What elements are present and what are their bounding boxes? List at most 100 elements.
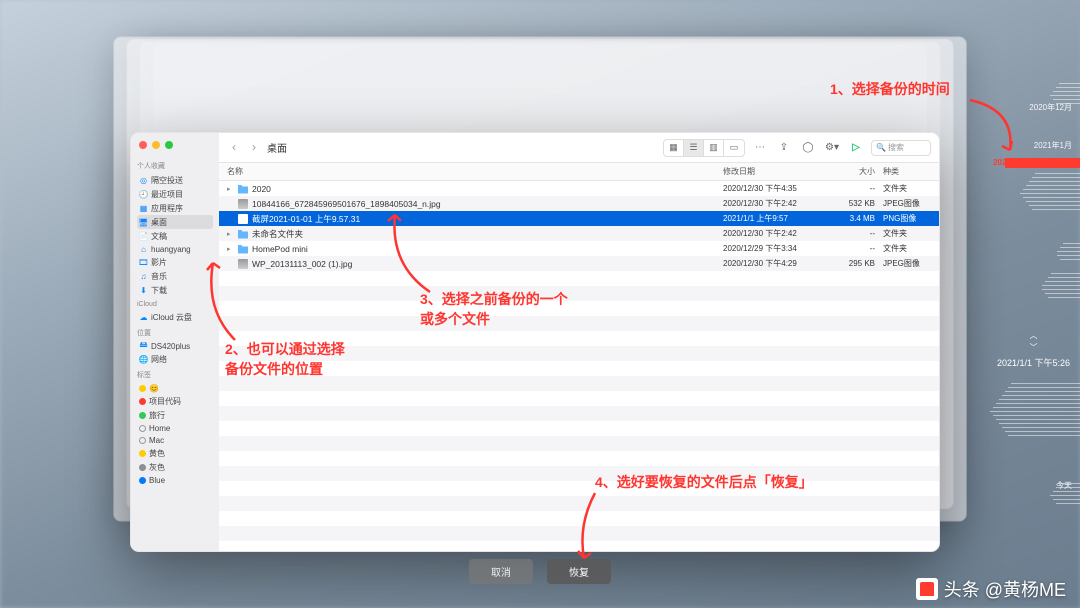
tag-dot-icon [139,450,146,457]
sidebar-item-label: 网络 [151,354,167,365]
timeline-tick-group[interactable] [1042,270,1080,301]
sidebar-item-label: 项目代码 [149,396,181,407]
empty-row [219,436,939,451]
action-button[interactable]: ⚙︎▾ [823,140,841,156]
empty-row [219,526,939,541]
search-input[interactable]: 🔍 搜索 [871,140,931,156]
gallery-view-button[interactable]: ▭ [724,140,744,156]
sidebar-item[interactable]: Mac [137,434,213,446]
zoom-button[interactable] [165,141,173,149]
sidebar-item[interactable]: ⬇下载 [137,283,213,297]
file-row[interactable]: ▸未命名文件夹2020/12/30 下午2:42--文件夹 [219,226,939,241]
file-size: 3.4 MB [829,214,879,223]
file-date: 2020/12/29 下午3:34 [719,243,829,254]
empty-row [219,346,939,361]
forward-button[interactable]: › [247,140,261,156]
disclosure-icon[interactable]: ▸ [227,185,234,193]
close-button[interactable] [139,141,147,149]
empty-row [219,271,939,286]
sidebar-item-label: Blue [149,476,165,485]
timeline-down-button[interactable]: ﹀ [1029,342,1037,353]
timeline-tick-group[interactable] [1020,170,1080,213]
sidebar-item-label: iCloud 云盘 [151,312,192,323]
sidebar-item[interactable]: 旅行 [137,408,213,422]
folder-icon [238,184,248,194]
sidebar-item[interactable]: 🕘最近项目 [137,187,213,201]
sidebar-item[interactable]: 灰色 [137,460,213,474]
empty-row [219,406,939,421]
file-date: 2020/12/30 下午2:42 [719,198,829,209]
sidebar-item[interactable]: ☁iCloud 云盘 [137,310,213,324]
img-icon [238,214,248,224]
list-view-button[interactable]: ☰ [684,140,704,156]
tag-button[interactable]: ◯ [799,140,817,156]
icon-view-button[interactable]: ▦ [664,140,684,156]
sidebar-item-label: huangyang [151,245,191,254]
timestamp-display: ︿ ﹀ 2021/1/1 下午5:26 [997,330,1070,369]
tag-dot-icon [139,425,146,432]
file-size: 295 KB [829,259,879,268]
tag-dot-icon [139,385,146,392]
column-headers: 名称 修改日期 大小 种类 [219,163,939,181]
timeline-tick-group[interactable] [990,380,1080,439]
disclosure-icon[interactable]: ▸ [227,230,234,238]
minimize-button[interactable] [152,141,160,149]
sidebar-item[interactable]: 🖴DS420plus [137,340,213,352]
sidebar-item[interactable]: ⌂huangyang [137,243,213,255]
timeline-tick-group[interactable] [1057,240,1080,263]
folder-icon [238,229,248,239]
back-button[interactable]: ‹ [227,140,241,156]
file-row[interactable]: ▸HomePod mini2020/12/29 下午3:34--文件夹 [219,241,939,256]
file-row[interactable]: 10844166_672845969501676_1898405034_n.jp… [219,196,939,211]
coop-icon[interactable]: ▷ [847,140,865,156]
col-name[interactable]: 名称 [219,163,719,180]
sidebar-item[interactable]: 😊 [137,382,213,394]
col-date[interactable]: 修改日期 [719,163,829,180]
file-date: 2020/12/30 下午2:42 [719,228,829,239]
toolbar: ‹ › 桌面 ▦ ☰ ▥ ▭ ⋯ ⇪ ◯ ⚙︎▾ ▷ 🔍 搜索 [219,133,939,163]
empty-row [219,541,939,551]
file-row[interactable]: WP_20131113_002 (1).jpg2020/12/30 下午4:29… [219,256,939,271]
timeline-up-button[interactable]: ︿ [1029,330,1037,341]
sidebar-item[interactable]: 🎞影片 [137,255,213,269]
file-kind: PNG图像 [879,213,939,224]
sidebar-item[interactable]: ▦应用程序 [137,201,213,215]
sidebar-item[interactable]: ◎隔空投送 [137,173,213,187]
sidebar-item[interactable]: ♫音乐 [137,269,213,283]
disclosure-icon[interactable]: ▸ [227,245,234,253]
main-pane: ‹ › 桌面 ▦ ☰ ▥ ▭ ⋯ ⇪ ◯ ⚙︎▾ ▷ 🔍 搜索 名称 修改日期 … [219,133,939,551]
share-button[interactable]: ⇪ [775,140,793,156]
sidebar-item[interactable]: 🖥桌面 [137,215,213,229]
col-size[interactable]: 大小 [829,163,879,180]
sidebar-item[interactable]: 📄文稿 [137,229,213,243]
empty-row [219,316,939,331]
tag-dot-icon [139,398,146,405]
file-row[interactable]: ▸20202020/12/30 下午4:35--文件夹 [219,181,939,196]
current-backup-marker[interactable] [1005,158,1080,168]
file-size: -- [829,184,879,193]
sidebar-item[interactable]: 黄色 [137,446,213,460]
group-by-button[interactable]: ⋯ [751,140,769,156]
timeline-tick-group[interactable] [1050,80,1080,107]
sidebar-item[interactable]: 🌐网络 [137,352,213,366]
file-kind: JPEG图像 [879,198,939,209]
sidebar-item[interactable]: Home [137,422,213,434]
tag-dot-icon [139,437,146,444]
file-size: -- [829,229,879,238]
empty-row [219,301,939,316]
watermark-text: 头条 @黄杨ME [944,576,1066,602]
file-row[interactable]: 截屏2021-01-01 上午9.57.312021/1/1 上午9:573.4… [219,211,939,226]
sidebar-item-label: Home [149,424,170,433]
file-date: 2020/12/30 下午4:35 [719,183,829,194]
finder-window: 个人收藏◎隔空投送🕘最近项目▦应用程序🖥桌面📄文稿⌂huangyang🎞影片♫音… [130,132,940,552]
column-view-button[interactable]: ▥ [704,140,724,156]
sidebar-item[interactable]: Blue [137,474,213,486]
cancel-button[interactable]: 取消 [469,559,533,584]
sidebar-item[interactable]: 项目代码 [137,394,213,408]
img-icon [238,199,248,209]
col-kind[interactable]: 种类 [879,163,939,180]
restore-button[interactable]: 恢复 [547,559,611,584]
tag-dot-icon [139,464,146,471]
empty-row [219,376,939,391]
timeline-tick-group[interactable] [1050,480,1080,507]
